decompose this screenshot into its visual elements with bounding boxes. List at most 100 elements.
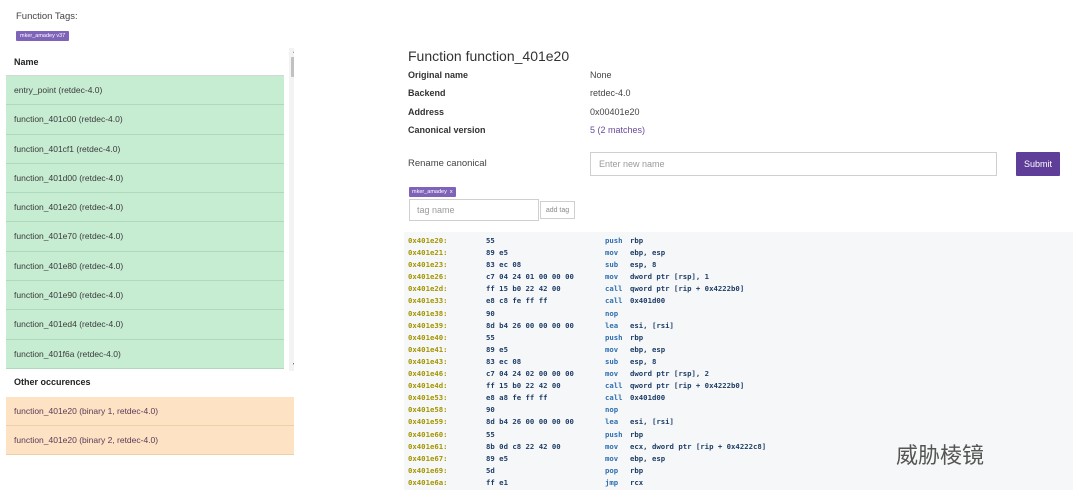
scroll-down-arrow-icon[interactable]: ▼ xyxy=(289,362,294,368)
list-item-function-401cf1[interactable]: function_401cf1 (retdec-4.0) xyxy=(6,134,284,164)
code-mnemonic: call xyxy=(605,284,623,294)
list-item-function-401e80[interactable]: function_401e80 (retdec-4.0) xyxy=(6,251,284,282)
code-mnemonic: nop xyxy=(605,308,619,318)
code-address: 0x401e2d: xyxy=(408,284,448,294)
code-address: 0x401e61: xyxy=(408,441,448,451)
code-mnemonic: sub xyxy=(605,260,619,270)
code-bytes: 90 xyxy=(486,308,495,318)
code-operands: rbp xyxy=(630,429,644,439)
code-line: 0x401e2d: ff 15 b0 22 42 00 call qword ptr … xyxy=(404,283,1073,295)
code-operands: esp, 8 xyxy=(630,260,657,270)
code-address: 0x401e69: xyxy=(408,465,448,475)
list-item-function-401e70[interactable]: function_401e70 (retdec-4.0) xyxy=(6,222,284,252)
function-title: Function function_401e20 xyxy=(408,48,570,64)
list-item-function-401e90[interactable]: function_401e90 (retdec-4.0) xyxy=(6,281,284,311)
code-operands: qword ptr [rip + 0x4222b0] xyxy=(630,381,745,391)
code-operands: esp, 8 xyxy=(630,356,657,366)
scrollbar-thumb[interactable] xyxy=(291,57,294,77)
add-tag-button[interactable]: add tag xyxy=(540,201,575,219)
tag-name-input[interactable] xyxy=(409,199,539,221)
code-mnemonic: mov xyxy=(605,453,619,463)
code-address: 0x401e6a: xyxy=(408,477,448,487)
submit-button[interactable]: Submit xyxy=(1016,152,1060,176)
code-address: 0x401e33: xyxy=(408,296,448,306)
code-bytes: e8 c8 fe ff ff xyxy=(486,296,548,306)
code-mnemonic: sub xyxy=(605,356,619,366)
code-address: 0x401e38: xyxy=(408,308,448,318)
code-line: 0x401e59: 8d b4 26 00 00 00 00 lea esi, [rs… xyxy=(404,416,1073,428)
code-mnemonic: call xyxy=(605,393,623,403)
code-mnemonic: pop xyxy=(605,465,619,475)
code-line: 0x401e4d: ff 15 b0 22 42 00 call qword ptr … xyxy=(404,380,1073,392)
list-item-function-401c00[interactable]: function_401c00 (retdec-4.0) xyxy=(6,105,284,135)
list-scrollbar[interactable]: ▲ ▼ xyxy=(289,48,294,371)
code-address: 0x401e67: xyxy=(408,453,448,463)
code-line: 0x401e53: e8 a8 fe ff ff call 0x401d00 xyxy=(404,392,1073,404)
code-mnemonic: jmp xyxy=(605,477,619,487)
code-address: 0x401e4d: xyxy=(408,381,448,391)
code-line: 0x401e39: 8d b4 26 00 00 00 00 lea esi, [rs… xyxy=(404,320,1073,332)
code-line: 0x401e38: 90 nop xyxy=(404,308,1073,320)
code-mnemonic: push xyxy=(605,429,623,439)
list-item-function-401d00[interactable]: function_401d00 (retdec-4.0) xyxy=(6,163,284,194)
list-item-function-401ed4[interactable]: function_401ed4 (retdec-4.0) xyxy=(6,310,284,340)
code-operands: rbp xyxy=(630,236,644,245)
code-mnemonic: mov xyxy=(605,369,619,379)
code-mnemonic: mov xyxy=(605,441,619,451)
backend-label: Backend xyxy=(408,88,446,98)
code-mnemonic: call xyxy=(605,296,623,306)
code-line: 0x401e23: 83 ec 08 sub esp, 8 xyxy=(404,259,1073,271)
code-line: 0x401e46: c7 04 24 02 00 00 00 mov dword pt… xyxy=(404,368,1073,380)
code-bytes: 89 e5 xyxy=(486,248,508,258)
tag-remove-icon[interactable]: x xyxy=(450,189,453,195)
address-label: Address xyxy=(408,107,445,117)
code-address: 0x401e53: xyxy=(408,393,448,403)
code-operands: ebp, esp xyxy=(630,344,666,354)
list-header-name: Name xyxy=(6,48,284,76)
code-bytes: 89 e5 xyxy=(486,344,508,354)
code-address: 0x401e20: xyxy=(408,236,448,245)
function-tag-chip[interactable]: mker_amadey v37 xyxy=(16,31,70,41)
code-mnemonic: push xyxy=(605,236,623,245)
watermark: 威胁棱镜 xyxy=(896,443,985,468)
code-operands: esi, [rsi] xyxy=(630,320,674,330)
code-bytes: 8d b4 26 00 00 00 00 xyxy=(486,320,574,330)
rename-canonical-input[interactable] xyxy=(590,152,997,176)
code-line: 0x401e21: 89 e5 mov ebp, esp xyxy=(404,247,1073,259)
code-address: 0x401e58: xyxy=(408,405,448,415)
code-operands: ebp, esp xyxy=(630,453,666,463)
code-bytes: ff 15 b0 22 42 00 xyxy=(486,381,561,391)
code-operands: rbp xyxy=(630,465,644,475)
list-item-function-401e20[interactable]: function_401e20 (retdec-4.0) xyxy=(6,193,284,223)
code-operands: esi, [rsi] xyxy=(630,417,674,427)
function-list-panel: Name entry_point (retdec-4.0) function_4… xyxy=(6,48,294,371)
code-address: 0x401e39: xyxy=(408,320,448,330)
code-operands: ecx, dword ptr [rip + 0x4222c8] xyxy=(630,441,767,451)
code-bytes: c7 04 24 02 00 00 00 xyxy=(486,369,574,379)
scroll-up-arrow-icon[interactable]: ▲ xyxy=(289,49,294,55)
code-line: 0x401e6a: ff e1 jmp rcx xyxy=(404,477,1073,489)
code-bytes: 83 ec 08 xyxy=(486,356,522,366)
other-occurence-binary-1[interactable]: function_401e20 (binary 1, retdec-4.0) xyxy=(6,397,294,426)
code-bytes: ff 15 b0 22 42 00 xyxy=(486,284,561,294)
code-mnemonic: mov xyxy=(605,272,619,282)
function-tag-chip-right[interactable]: mker_amadey x xyxy=(409,187,456,197)
code-bytes: 55 xyxy=(486,332,495,342)
original-name-label: Original name xyxy=(408,70,469,80)
code-address: 0x401e41: xyxy=(408,344,448,354)
code-bytes: 5d xyxy=(486,465,495,475)
code-address: 0x401e40: xyxy=(408,332,448,342)
code-bytes: 8d b4 26 00 00 00 00 xyxy=(486,417,574,427)
backend-value: retdec-4.0 xyxy=(590,88,631,98)
code-address: 0x401e23: xyxy=(408,260,448,270)
other-occurence-binary-2[interactable]: function_401e20 (binary 2, retdec-4.0) xyxy=(6,426,294,455)
code-line: 0x401e43: 83 ec 08 sub esp, 8 xyxy=(404,356,1073,368)
code-address: 0x401e26: xyxy=(408,272,448,282)
list-item-entry-point[interactable]: entry_point (retdec-4.0) xyxy=(6,76,284,106)
code-mnemonic: mov xyxy=(605,344,619,354)
list-item-function-401f6a[interactable]: function_401f6a (retdec-4.0) xyxy=(6,339,284,369)
code-line: 0x401e41: 89 e5 mov ebp, esp xyxy=(404,344,1073,356)
code-bytes: 55 xyxy=(486,429,495,439)
canonical-version-link[interactable]: 5 (2 matches) xyxy=(590,125,645,135)
code-address: 0x401e46: xyxy=(408,369,448,379)
